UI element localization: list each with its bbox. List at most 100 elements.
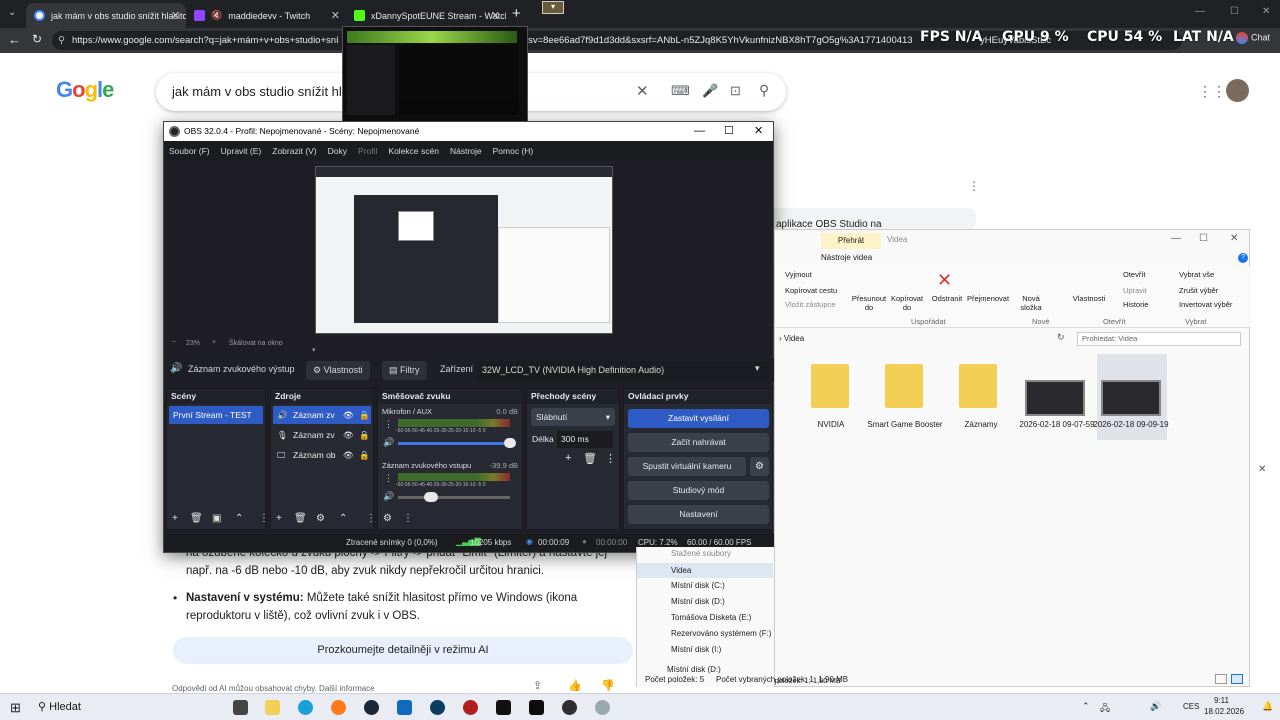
device-select[interactable]: 32W_LCD_TV (NVIDIA High Definition Audio…: [476, 361, 769, 380]
google-logo[interactable]: Gogle: [56, 77, 114, 103]
explorer-play-tab[interactable]: Přehrát: [821, 233, 881, 249]
folder-icon[interactable]: [885, 364, 923, 408]
add-transition-icon[interactable]: +: [565, 452, 571, 464]
nav-item[interactable]: Místní disk (D:): [667, 665, 721, 674]
device-dropdown-icon[interactable]: ▾: [755, 363, 760, 374]
stream-preview-thumbnail[interactable]: [342, 26, 528, 122]
task-view-icon[interactable]: [233, 700, 248, 715]
channel-menu-icon[interactable]: ⋮: [384, 473, 393, 484]
video-thumbnail[interactable]: [1101, 380, 1161, 416]
folder-icon[interactable]: [811, 364, 849, 408]
menu-profile[interactable]: Profil: [358, 146, 377, 156]
folder-label[interactable]: Záznamy: [941, 420, 1021, 429]
edge-icon[interactable]: [298, 700, 313, 715]
thumbs-down-icon[interactable]: 👎: [601, 679, 615, 692]
source-up-icon[interactable]: ⌃: [339, 513, 347, 524]
filters-button[interactable]: ▤ Filtry: [382, 361, 427, 380]
nav-item[interactable]: Místní disk (I:): [671, 645, 721, 654]
explorer-help-icon[interactable]: ?: [1238, 253, 1248, 263]
app-taskbar-icon[interactable]: [595, 700, 610, 715]
visibility-eye-icon[interactable]: 👁: [343, 406, 354, 424]
folder-label[interactable]: NVIDIA: [791, 420, 871, 429]
explorer-search-field[interactable]: Prohledat: Videa: [1077, 332, 1241, 346]
reload-icon[interactable]: ↻: [32, 32, 42, 46]
close-window-icon[interactable]: ✕: [1262, 6, 1270, 17]
properties-button[interactable]: ⚙ Vlastnosti: [306, 361, 370, 380]
source-item[interactable]: 🖵 Záznam ob 👁 🔒: [273, 446, 371, 464]
new-tab-icon[interactable]: +: [512, 5, 521, 22]
search-icon[interactable]: ⚲: [759, 82, 769, 99]
select-none-button[interactable]: Zrušit výběr: [1179, 286, 1218, 295]
transition-more-icon[interactable]: ⋮: [605, 452, 616, 465]
details-view-icon[interactable]: [1215, 674, 1227, 684]
thumbs-up-icon[interactable]: 👍: [568, 679, 582, 692]
breadcrumb[interactable]: › Videa: [779, 332, 1057, 346]
obs-taskbar-icon[interactable]: [562, 700, 577, 715]
audio-app-icon[interactable]: [496, 700, 511, 715]
move-to-button[interactable]: Přesunout do: [849, 294, 889, 312]
new-folder-button[interactable]: Nová složka: [1015, 294, 1047, 312]
scene-more-icon[interactable]: ⋮: [259, 513, 269, 524]
delete-button[interactable]: Odstranit: [927, 294, 967, 303]
tab-search-icon[interactable]: ▾: [542, 1, 564, 14]
clear-search-icon[interactable]: ✕: [636, 82, 649, 100]
close-tab-icon[interactable]: ✕: [171, 9, 180, 22]
mute-icon[interactable]: 🔇: [211, 10, 222, 21]
visibility-eye-icon[interactable]: 👁: [343, 426, 354, 444]
chat-button[interactable]: Chat: [1236, 32, 1270, 44]
site-info-icon[interactable]: ⚲: [58, 31, 65, 50]
menu-help[interactable]: Pomoc (H): [493, 146, 534, 156]
edit-button[interactable]: Upravit: [1123, 286, 1147, 295]
explorer-maximize-icon[interactable]: ☐: [1199, 233, 1208, 244]
add-scene-icon[interactable]: +: [172, 513, 178, 524]
remove-transition-icon[interactable]: 🗑: [583, 452, 597, 465]
scene-filters-icon[interactable]: ▣: [212, 513, 221, 524]
lock-icon[interactable]: 🔒: [359, 406, 370, 424]
start-recording-button[interactable]: Začít nahrávat: [628, 433, 769, 452]
transition-select[interactable]: Slábnutí ▾: [531, 408, 615, 426]
mute-speaker-icon[interactable]: 🔊: [383, 491, 394, 502]
keyboard-icon[interactable]: ⌨: [671, 83, 690, 99]
menu-tools[interactable]: Nástroje: [450, 146, 482, 156]
volume-slider-handle[interactable]: [424, 492, 438, 502]
share-icon[interactable]: ⇪: [533, 679, 542, 692]
start-windows-icon[interactable]: ⊞: [10, 700, 21, 716]
properties-button[interactable]: Vlastnosti: [1071, 294, 1107, 303]
game-launcher-icon[interactable]: [463, 700, 478, 715]
mixer-settings-icon[interactable]: ⚙: [383, 513, 392, 524]
video-label[interactable]: 2026-02-18 09-07-59: [1017, 420, 1097, 429]
virtual-camera-settings-icon[interactable]: ⚙: [750, 457, 769, 476]
explorer-close-icon[interactable]: ✕: [1230, 233, 1238, 244]
avatar[interactable]: [1226, 79, 1249, 102]
zoom-out-icon[interactable]: −: [172, 339, 176, 346]
microphone-icon[interactable]: 🎤: [702, 83, 718, 99]
browser-tab-twitch[interactable]: 🔇 maddiedevv - Twitch ✕: [186, 3, 346, 28]
start-virtual-camera-button[interactable]: Spustit virtuální kameru: [628, 457, 746, 476]
folder-icon[interactable]: [959, 364, 997, 408]
source-more-icon[interactable]: ⋮: [366, 513, 376, 524]
cortana-icon[interactable]: [430, 700, 445, 715]
copy-path-button[interactable]: Kopírovat cestu: [785, 286, 837, 295]
lock-icon[interactable]: 🔒: [359, 446, 370, 464]
invert-selection-button[interactable]: Invertovat výběr: [1179, 300, 1232, 309]
volume-slider-handle[interactable]: [504, 438, 516, 448]
video-label[interactable]: 2026-02-18 09-09-19: [1091, 420, 1171, 429]
more-options-icon[interactable]: ⋮: [968, 179, 980, 193]
visibility-eye-icon[interactable]: 👁: [343, 446, 354, 464]
file-explorer-icon[interactable]: [265, 700, 280, 715]
outlook-icon[interactable]: [397, 700, 412, 715]
open-button[interactable]: Otevřít: [1123, 270, 1146, 279]
clock-date[interactable]: 18.02.2026: [1204, 707, 1244, 716]
obs-close-icon[interactable]: ✕: [754, 122, 763, 141]
duration-input[interactable]: 300 ms: [557, 431, 613, 448]
ai-source-card[interactable]: aplikace OBS Studio na: [762, 208, 976, 230]
history-button[interactable]: Historie: [1123, 300, 1148, 309]
side-panel-close-icon[interactable]: ✕: [1258, 464, 1266, 475]
search-input[interactable]: jak mám v obs studio snížit hlasi: [172, 84, 358, 99]
lock-icon[interactable]: 🔒: [359, 426, 370, 444]
remove-scene-icon[interactable]: 🗑: [190, 513, 203, 524]
tray-network-icon[interactable]: 🖧: [1100, 701, 1110, 717]
nav-item[interactable]: Tomášova Disketa (E:): [671, 613, 751, 622]
tiles-view-icon[interactable]: [1231, 674, 1243, 684]
cut-button[interactable]: Vyjmout: [785, 270, 812, 279]
